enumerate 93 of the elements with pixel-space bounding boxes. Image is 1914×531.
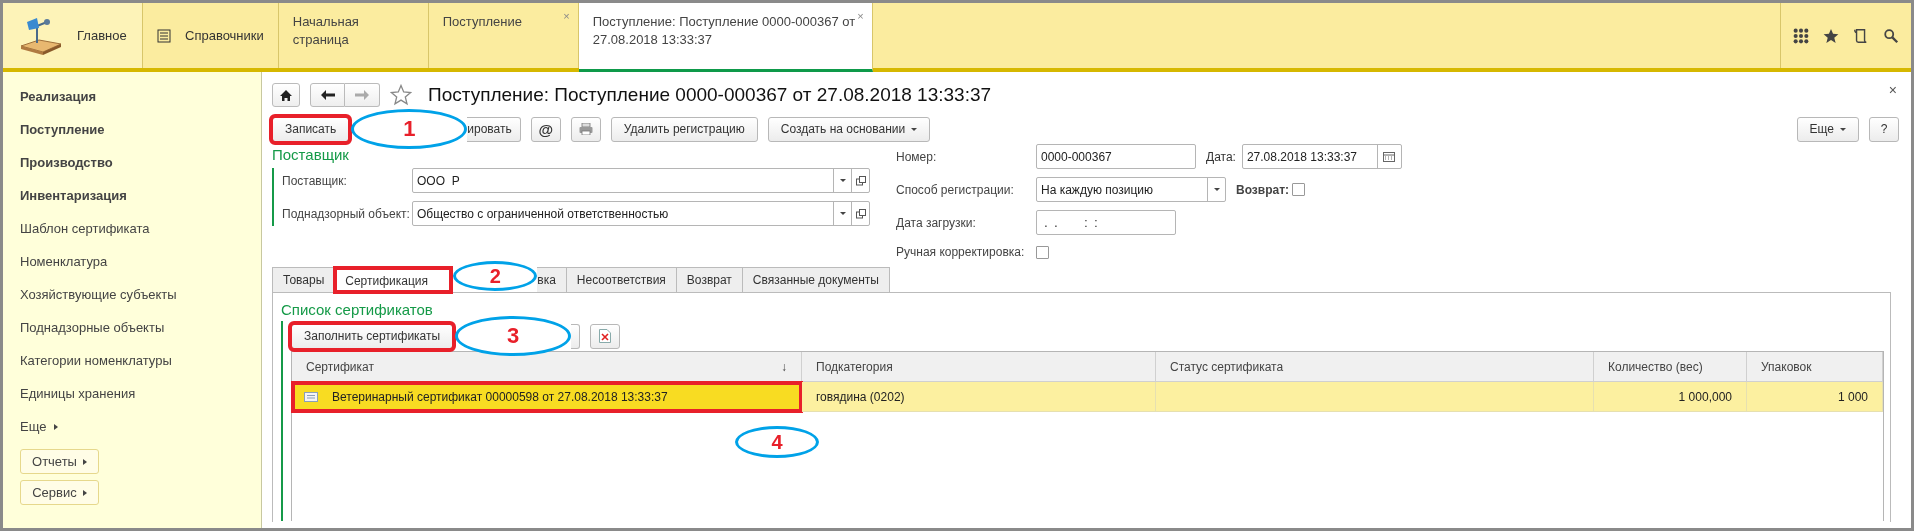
cell-text: Ветеринарный сертификат 00000598 от 27.08.2018 13:33:37	[332, 389, 668, 404]
section-button[interactable]: Главное	[3, 3, 143, 68]
calendar-icon	[1383, 151, 1396, 162]
field-label: Возврат:	[1236, 182, 1290, 197]
annotation-callout: 4	[735, 426, 819, 458]
toolbar-button[interactable]: Создать на основании	[767, 116, 931, 142]
tab[interactable]: Связанные документы	[741, 267, 890, 292]
home-icon	[280, 89, 292, 101]
menu-button[interactable]: Отчеты	[20, 449, 99, 474]
scroll-icon[interactable]	[1853, 26, 1869, 45]
table-cell: 1 000,000	[1594, 382, 1747, 412]
home-button[interactable]	[272, 83, 300, 107]
field-label: Дата загрузки:	[896, 214, 977, 232]
search-icon[interactable]	[1883, 26, 1899, 45]
document-icon	[304, 391, 318, 402]
toolbar-button[interactable]: Записать	[272, 116, 350, 142]
input-field[interactable]: Общество с ограниченной ответственностью	[412, 201, 870, 226]
field-label: Поднадзорный объект:	[282, 206, 411, 221]
sidebar-item[interactable]: Единицы хранения	[20, 377, 261, 410]
toolbar-button[interactable]: @	[530, 116, 561, 142]
apps-grid-icon[interactable]	[1793, 26, 1809, 45]
tab[interactable]: Начальная страница	[278, 3, 429, 68]
toolbar-button[interactable]: Еще	[1796, 116, 1859, 142]
sidebar-item[interactable]: Производство	[20, 146, 261, 179]
field-label: Дата:	[1206, 149, 1236, 164]
tab[interactable]: Товары	[272, 267, 336, 292]
printer-icon	[578, 123, 593, 135]
right-arrow-icon	[355, 90, 369, 100]
open-button[interactable]	[851, 202, 869, 225]
toolbar-button[interactable]: Заполнить сертификаты	[291, 323, 454, 349]
table-cell: 1 000	[1747, 382, 1883, 412]
tab[interactable]: Сертификация	[334, 267, 453, 293]
sidebar-item[interactable]: Еще	[20, 410, 261, 443]
delete-icon	[599, 329, 612, 343]
print-button[interactable]	[570, 116, 601, 142]
delete-button[interactable]	[590, 323, 621, 349]
sort-arrow: ↓	[781, 359, 787, 374]
tab[interactable]: Поступление: Поступление 0000-000367 от 27.08.2018 13:33:37 ×	[578, 3, 873, 72]
left-arrow-icon	[320, 90, 335, 100]
column-header[interactable]: Сертификат ↓	[292, 352, 802, 382]
list-icon	[157, 28, 171, 43]
sidebar-item[interactable]: Инвентаризация	[20, 179, 261, 212]
tab[interactable]: Поступление ×	[428, 3, 579, 68]
column-header-text: Подкатегория	[816, 359, 893, 374]
field-label: Номер:	[896, 148, 938, 166]
menu-button[interactable]: Сервис	[20, 480, 99, 505]
close-icon[interactable]: ×	[857, 7, 864, 25]
tab[interactable]: вка	[537, 267, 567, 292]
annotation-callout: 2	[453, 261, 538, 291]
input-field[interactable]: На каждую позицию	[1036, 177, 1226, 202]
tab[interactable]: Возврат	[675, 267, 743, 292]
column-header[interactable]: Количество (вес)	[1594, 352, 1747, 382]
star-outline-icon[interactable]	[390, 84, 412, 106]
group-title: Поставщик	[272, 146, 350, 165]
open-button[interactable]	[851, 169, 869, 192]
back-button[interactable]	[310, 83, 345, 107]
sidebar-item[interactable]: Шаблон сертификата	[20, 212, 261, 245]
field-label: Способ регистрации:	[896, 181, 1015, 199]
column-header-text: Статус сертификата	[1170, 359, 1284, 374]
column-header-text: Упаковок	[1761, 359, 1812, 374]
sidebar-item[interactable]: Номенклатура	[20, 245, 261, 278]
toolbar-button[interactable]	[571, 323, 581, 349]
column-header[interactable]: Упаковок	[1747, 352, 1883, 382]
form-title: Поступление: Поступление 0000-000367 от 27.08.2018 13:33:37	[428, 84, 992, 106]
group-title: Список сертификатов	[281, 301, 434, 319]
sidebar-item[interactable]: Категории номенклатуры	[20, 344, 261, 377]
annotation-callout: 1	[351, 109, 468, 149]
input-field[interactable]: 0000-000367	[1036, 144, 1196, 169]
sidebar-item[interactable]: Хозяйствующие субъекты	[20, 278, 261, 311]
toolbar-button[interactable]: Удалить регистрацию	[610, 116, 758, 142]
field-label: Поставщик:	[282, 173, 348, 188]
table-cell: говядина (0202)	[802, 382, 1156, 412]
toolbar-button[interactable]: ировать	[467, 116, 521, 142]
checkbox[interactable]	[1036, 245, 1049, 259]
column-header-text: Количество (вес)	[1608, 359, 1703, 374]
sidebar-item[interactable]: Реализация	[20, 80, 261, 113]
checkbox[interactable]	[1292, 183, 1306, 196]
section-button[interactable]: Справочники	[143, 3, 279, 68]
sidebar-item[interactable]: Поднадзорные объекты	[20, 311, 261, 344]
tab[interactable]: Несоответствия	[565, 267, 677, 292]
column-header[interactable]: Подкатегория	[802, 352, 1156, 382]
input-field[interactable]: ООО Р	[412, 168, 870, 193]
open-form-icon	[855, 175, 866, 186]
open-form-icon	[855, 208, 866, 219]
column-header-text: Сертификат	[306, 359, 374, 374]
annotation-callout: 3	[455, 316, 572, 356]
field-label: Ручная корректировка:	[896, 244, 1026, 261]
toolbar-button[interactable]: ?	[1869, 116, 1899, 142]
input-field[interactable]: . . : :	[1036, 210, 1176, 235]
column-header[interactable]: Статус сертификата	[1156, 352, 1594, 382]
close-icon[interactable]: ×	[1888, 82, 1897, 98]
sidebar-item[interactable]: Поступление	[20, 113, 261, 146]
input-field[interactable]: 27.08.2018 13:33:37	[1241, 144, 1402, 169]
